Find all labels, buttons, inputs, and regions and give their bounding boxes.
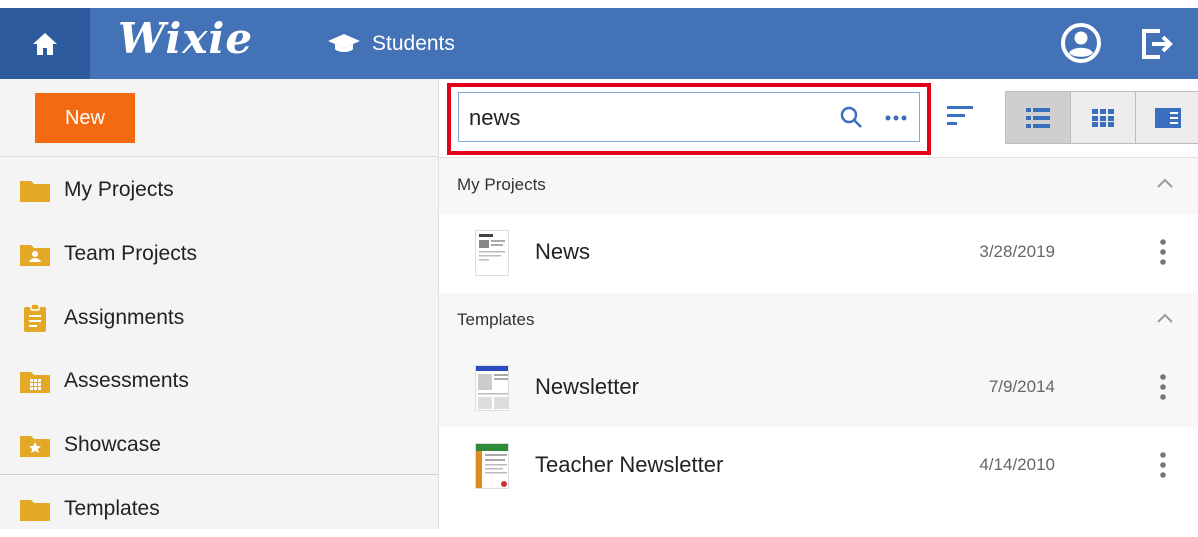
item-name: News <box>535 239 591 264</box>
item-name: Teacher Newsletter <box>535 452 724 477</box>
item-date: 4/14/2010 <box>979 455 1055 474</box>
detail-view-button[interactable] <box>1136 92 1198 143</box>
sidebar-divider <box>0 474 438 475</box>
sidebar-item-assessments[interactable]: Assessments <box>0 353 438 409</box>
item-date: 7/9/2014 <box>988 377 1055 396</box>
chevron-up-icon[interactable] <box>1156 177 1174 189</box>
sidebar-item-label: Team Projects <box>64 242 198 265</box>
list-item[interactable]: News 3/28/2019 <box>439 214 1198 292</box>
graduation-cap-icon <box>328 33 360 52</box>
top-bar: Wixie Students <box>0 8 1198 79</box>
detail-view-icon <box>1155 107 1181 128</box>
more-options-icon[interactable] <box>884 105 908 129</box>
template-thumbnail <box>475 443 509 489</box>
sidebar-item-assignments[interactable]: Assignments <box>0 290 438 346</box>
item-name: Newsletter <box>535 374 639 399</box>
sidebar: New My Projects Team Projects Assignment… <box>0 79 439 529</box>
grid-folder-icon <box>20 367 50 395</box>
chevron-up-icon[interactable] <box>1156 312 1174 324</box>
students-label: Students <box>372 31 455 55</box>
clipboard-icon <box>20 304 50 332</box>
folder-icon <box>20 495 50 523</box>
folder-icon <box>20 176 50 204</box>
home-button[interactable] <box>0 8 90 79</box>
section-header-my-projects: My Projects <box>439 158 1198 214</box>
item-date: 3/28/2019 <box>979 242 1055 261</box>
account-circle-icon <box>1061 23 1101 63</box>
search-icon[interactable] <box>839 105 863 129</box>
kebab-menu-icon[interactable] <box>1159 373 1167 401</box>
section-title: Templates <box>457 310 535 329</box>
section-title: My Projects <box>457 175 546 194</box>
account-button[interactable] <box>1060 22 1102 69</box>
sidebar-item-label: Assessments <box>64 369 189 392</box>
wixie-logo[interactable]: Wixie <box>118 14 253 63</box>
sidebar-item-label: Assignments <box>64 306 185 329</box>
list-view-button[interactable] <box>1006 92 1071 143</box>
list-item[interactable]: Newsletter 7/9/2014 <box>439 349 1198 427</box>
star-folder-icon <box>20 431 50 459</box>
sidebar-item-my-projects[interactable]: My Projects <box>0 162 438 218</box>
sidebar-item-showcase[interactable]: Showcase <box>0 417 438 473</box>
list-view-icon <box>1026 107 1050 128</box>
grid-view-icon <box>1092 108 1114 127</box>
grid-view-button[interactable] <box>1071 92 1136 143</box>
template-thumbnail <box>475 365 509 411</box>
logout-icon <box>1142 29 1173 59</box>
list-item[interactable]: Teacher Newsletter 4/14/2010 <box>439 427 1198 505</box>
sidebar-divider <box>0 156 438 157</box>
team-folder-icon <box>20 240 50 268</box>
kebab-menu-icon[interactable] <box>1159 238 1167 266</box>
sort-icon[interactable] <box>947 105 973 127</box>
search-box <box>458 92 920 142</box>
sidebar-item-label: Templates <box>64 497 160 520</box>
sidebar-item-label: My Projects <box>64 178 174 201</box>
sidebar-item-label: Showcase <box>64 433 161 456</box>
view-toggle-group <box>1005 91 1198 144</box>
kebab-menu-icon[interactable] <box>1159 451 1167 479</box>
section-header-templates: Templates <box>439 293 1198 349</box>
home-icon <box>33 32 57 55</box>
project-thumbnail <box>475 230 509 276</box>
sidebar-item-team-projects[interactable]: Team Projects <box>0 226 438 282</box>
search-input[interactable] <box>467 99 831 137</box>
logout-button[interactable] <box>1140 27 1174 66</box>
new-button[interactable]: New <box>35 93 135 143</box>
students-link[interactable]: Students <box>328 8 455 79</box>
